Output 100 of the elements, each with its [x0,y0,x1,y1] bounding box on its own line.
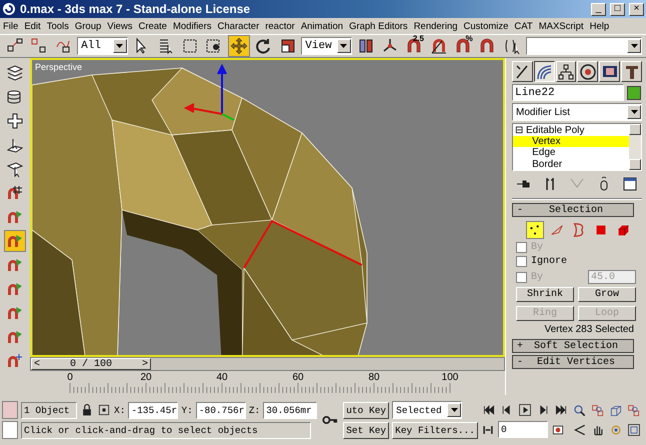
dropdown[interactable] [526,37,642,55]
menu-item[interactable]: Tools [46,20,69,32]
set-key-toggle[interactable]: Set Key [343,422,390,439]
stack-item[interactable]: Edge [513,147,629,159]
first-icon [482,403,496,417]
color-swatch[interactable] [2,401,18,419]
selection-button[interactable]: Grow [578,287,636,302]
frame-counter: 0 / 100 [70,358,112,370]
dropdown[interactable]: View [301,37,352,55]
stack-item[interactable]: ⊟ Editable Poly [513,124,629,136]
menu-item[interactable]: Rendering [414,20,458,32]
object-name-field[interactable]: Line22 [512,84,624,101]
playback-button[interactable] [516,402,533,418]
window-control-button[interactable]: _ [591,2,606,16]
subobject-button[interactable] [526,221,544,239]
menu-item[interactable]: Edit [24,20,41,32]
caret-icon [116,44,124,48]
viewport[interactable]: Perspective [30,58,505,357]
caret-icon [450,408,458,412]
coordinate-label: Z: [248,404,260,416]
play-icon [518,403,532,417]
object-color-swatch[interactable] [627,86,641,100]
rotate-icon [254,37,272,55]
lock-icon [80,403,94,417]
stack-item[interactable]: Vertex [513,136,629,148]
menu-item[interactable]: Graph Editors [349,20,408,32]
zoomall-icon [626,404,641,418]
zoom-icon [572,404,587,418]
menu-item[interactable]: CAT [514,20,533,32]
time-slider-thumb[interactable]: < 0 / 100 > [31,358,151,370]
stack-item[interactable]: Border [513,158,629,170]
hier-icon [557,62,576,80]
panel-tab[interactable] [534,61,555,82]
menu-item[interactable]: Create [138,20,167,32]
y-coordinate-field[interactable]: -80.756r [196,402,246,418]
extents-icon [608,404,623,418]
viewport-nav-button[interactable] [626,422,642,438]
menu-item[interactable]: Modifiers [172,20,212,32]
previous-frame-arrow[interactable]: < [34,358,40,370]
plane-icon [6,136,24,154]
x-coordinate-field[interactable]: -135.45r [128,402,178,418]
toolbar-button[interactable]: 2.5 [404,35,425,57]
menu-item[interactable]: Views [107,20,132,32]
menu-item[interactable]: File [3,20,18,32]
time-slider[interactable]: < 0 / 100 > [30,357,505,371]
rollout-header[interactable]: - Edit Vertices [512,355,634,369]
window-control-button[interactable]: × [629,2,644,16]
viewport-label: Perspective [35,62,82,72]
scrollbar[interactable] [629,124,641,170]
selection-button[interactable]: Shrink [516,287,574,302]
layers-icon [6,64,24,82]
caret-icon [630,44,638,48]
menu-item[interactable]: Help [590,20,610,32]
menu-item[interactable]: Character [218,20,260,32]
toolbar-button[interactable] [228,35,250,57]
option-checkbox[interactable]: Ignore [516,256,568,267]
z-coordinate-field[interactable]: 30.056mr [263,402,318,418]
magnet-icon [454,37,472,55]
current-frame-field[interactable]: 0 [498,421,548,438]
color-swatch[interactable] [2,421,18,439]
orbit-icon [608,422,623,436]
menu-item[interactable]: Animation [300,20,344,32]
modifier-list-dropdown[interactable]: Modifier List [512,103,642,121]
caret-icon [340,44,348,48]
menu-item[interactable]: MAXScript [538,20,584,32]
key-filters-button[interactable]: Key Filters... [392,422,478,439]
ruler-label: 40 [216,372,228,383]
move-icon [230,37,248,55]
menu-item[interactable]: Group [74,20,102,32]
ruler-label: 80 [368,372,380,383]
unlink-icon [30,37,48,55]
toolbar-button[interactable]: % [452,35,474,57]
window-title: 0.max - 3ds max 7 - Stand-alone License [20,2,252,16]
selection-count: 1 Object [21,402,77,418]
rollout-header[interactable]: + Soft Selection [512,339,634,353]
ruler-label: 100 [442,372,458,383]
next-frame-arrow[interactable]: > [142,358,148,370]
viewport-nav-button[interactable] [572,402,588,418]
motion-icon [578,62,597,80]
last-icon [554,403,568,417]
window-control-button[interactable]: □ [610,2,625,16]
coordinate-label: X: [114,404,126,416]
ruler-label: 20 [140,372,152,383]
menu-item[interactable]: reactor [265,20,295,32]
dropdown[interactable]: All [77,37,128,55]
maxvp-icon [626,422,641,436]
modify-icon [535,62,554,80]
plane2-icon [6,160,24,178]
rollout-header[interactable]: - Selection [512,203,634,217]
rect-icon [181,37,200,55]
app-logo-icon [2,2,16,16]
pivot-icon [356,37,375,55]
caret-icon [630,110,638,114]
magnet-icon [405,37,424,55]
ruler-label: 60 [292,372,304,383]
key-mode-dropdown[interactable]: Selected [392,401,462,419]
selection-info: Vertex 283 Selected [543,324,635,335]
menu-item[interactable]: Customize [464,20,508,32]
auto-key-button[interactable]: uto Key [343,402,390,418]
scale-icon [278,37,297,55]
